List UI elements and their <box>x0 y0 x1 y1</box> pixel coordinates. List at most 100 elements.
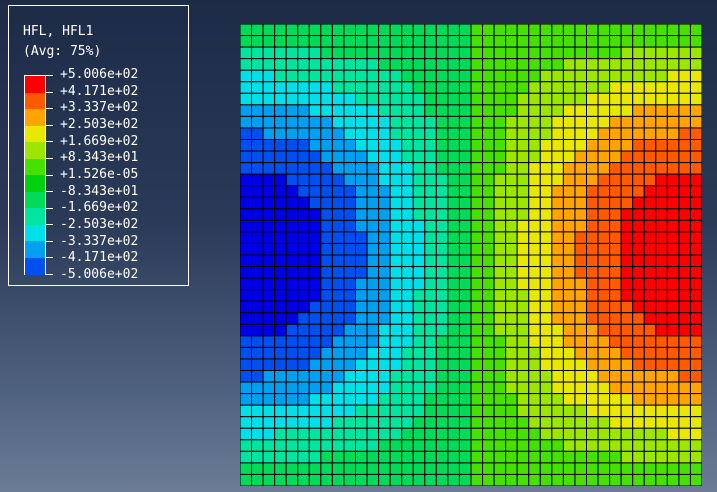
mesh-element <box>586 289 599 302</box>
mesh-element <box>643 104 657 117</box>
mesh-element <box>239 323 253 337</box>
mesh-element <box>308 92 322 106</box>
mesh-element <box>435 23 449 37</box>
contour-legend[interactable]: HFL, HFL1 (Avg: 75%) +5.006e+02 +4.171e+… <box>8 5 189 286</box>
mesh-element <box>551 416 564 429</box>
mesh-element <box>435 473 449 487</box>
mesh-element <box>331 300 345 314</box>
mesh-element <box>493 58 507 71</box>
mesh-element <box>355 266 368 279</box>
mesh-element <box>516 473 530 487</box>
mesh-element <box>528 289 541 302</box>
mesh-element <box>678 104 691 117</box>
mesh-element <box>539 242 553 256</box>
mesh-element <box>505 35 518 48</box>
mesh-element <box>262 173 276 187</box>
mesh-element <box>470 404 484 418</box>
mesh-element <box>586 127 599 140</box>
mesh-element <box>528 23 541 37</box>
mesh-element <box>424 23 437 37</box>
mesh-element <box>574 346 588 360</box>
mesh-element <box>574 404 588 418</box>
mesh-element <box>331 46 345 60</box>
mesh-element <box>412 335 426 348</box>
mesh-element <box>320 473 333 487</box>
mesh-element <box>505 92 518 106</box>
mesh-element <box>482 450 495 464</box>
mesh-element <box>655 139 668 152</box>
mesh-element <box>355 150 368 164</box>
mesh-element <box>378 162 391 175</box>
mesh-element <box>274 300 287 314</box>
mesh-element <box>424 162 437 175</box>
mesh-element <box>482 115 495 129</box>
mesh-element <box>678 46 691 60</box>
mesh-element <box>435 242 449 256</box>
mesh-element <box>366 35 380 48</box>
mesh-element <box>574 266 588 279</box>
mesh-element <box>285 473 299 487</box>
mesh-element <box>620 266 634 279</box>
mesh-element <box>586 35 599 48</box>
contour-plot-mesh[interactable] <box>239 23 703 487</box>
mesh-element <box>539 92 553 106</box>
mesh-element <box>274 358 287 372</box>
mesh-element <box>366 335 380 348</box>
mesh-element <box>597 104 611 117</box>
mesh-element <box>262 254 276 268</box>
mesh-element <box>574 46 588 60</box>
mesh-element <box>574 450 588 464</box>
mesh-element <box>655 277 668 291</box>
mesh-element <box>539 370 553 383</box>
mesh-element <box>678 381 691 395</box>
mesh-element <box>389 277 403 291</box>
mesh-element <box>505 46 518 60</box>
mesh-element <box>285 450 299 464</box>
mesh-element <box>632 416 645 429</box>
mesh-element <box>586 416 599 429</box>
mesh-element <box>331 254 345 268</box>
mesh-element <box>308 81 322 94</box>
mesh-element <box>274 173 287 187</box>
mesh-element <box>331 416 345 429</box>
mesh-element <box>643 393 657 406</box>
mesh-element <box>643 81 657 94</box>
mesh-element <box>493 300 507 314</box>
mesh-element <box>378 346 391 360</box>
mesh-element <box>262 266 276 279</box>
mesh-element <box>389 150 403 164</box>
mesh-element <box>355 335 368 348</box>
mesh-element <box>562 115 576 129</box>
mesh-element <box>678 150 691 164</box>
mesh-element <box>320 139 333 152</box>
mesh-element <box>285 289 299 302</box>
model-viewport[interactable] <box>239 23 703 487</box>
mesh-element <box>516 289 530 302</box>
mesh-element <box>262 370 276 383</box>
legend-tick <box>46 141 53 143</box>
mesh-element <box>297 416 310 429</box>
mesh-element <box>389 358 403 372</box>
mesh-element <box>297 312 310 325</box>
mesh-element <box>655 266 668 279</box>
mesh-element <box>274 370 287 383</box>
legend-label: +5.006e+02 <box>60 67 139 82</box>
mesh-element <box>331 115 345 129</box>
mesh-element <box>539 404 553 418</box>
mesh-element <box>262 196 276 210</box>
mesh-element <box>609 35 622 48</box>
mesh-element <box>643 346 657 360</box>
mesh-element <box>251 254 264 268</box>
mesh-element <box>251 242 264 256</box>
mesh-element <box>493 185 507 198</box>
mesh-element <box>424 127 437 140</box>
mesh-element <box>251 173 264 187</box>
mesh-element <box>586 473 599 487</box>
mesh-element <box>689 23 703 37</box>
mesh-element <box>678 450 691 464</box>
mesh-element <box>470 127 484 140</box>
mesh-element <box>505 196 518 210</box>
mesh-element <box>262 69 276 83</box>
mesh-element <box>297 35 310 48</box>
mesh-element <box>424 46 437 60</box>
